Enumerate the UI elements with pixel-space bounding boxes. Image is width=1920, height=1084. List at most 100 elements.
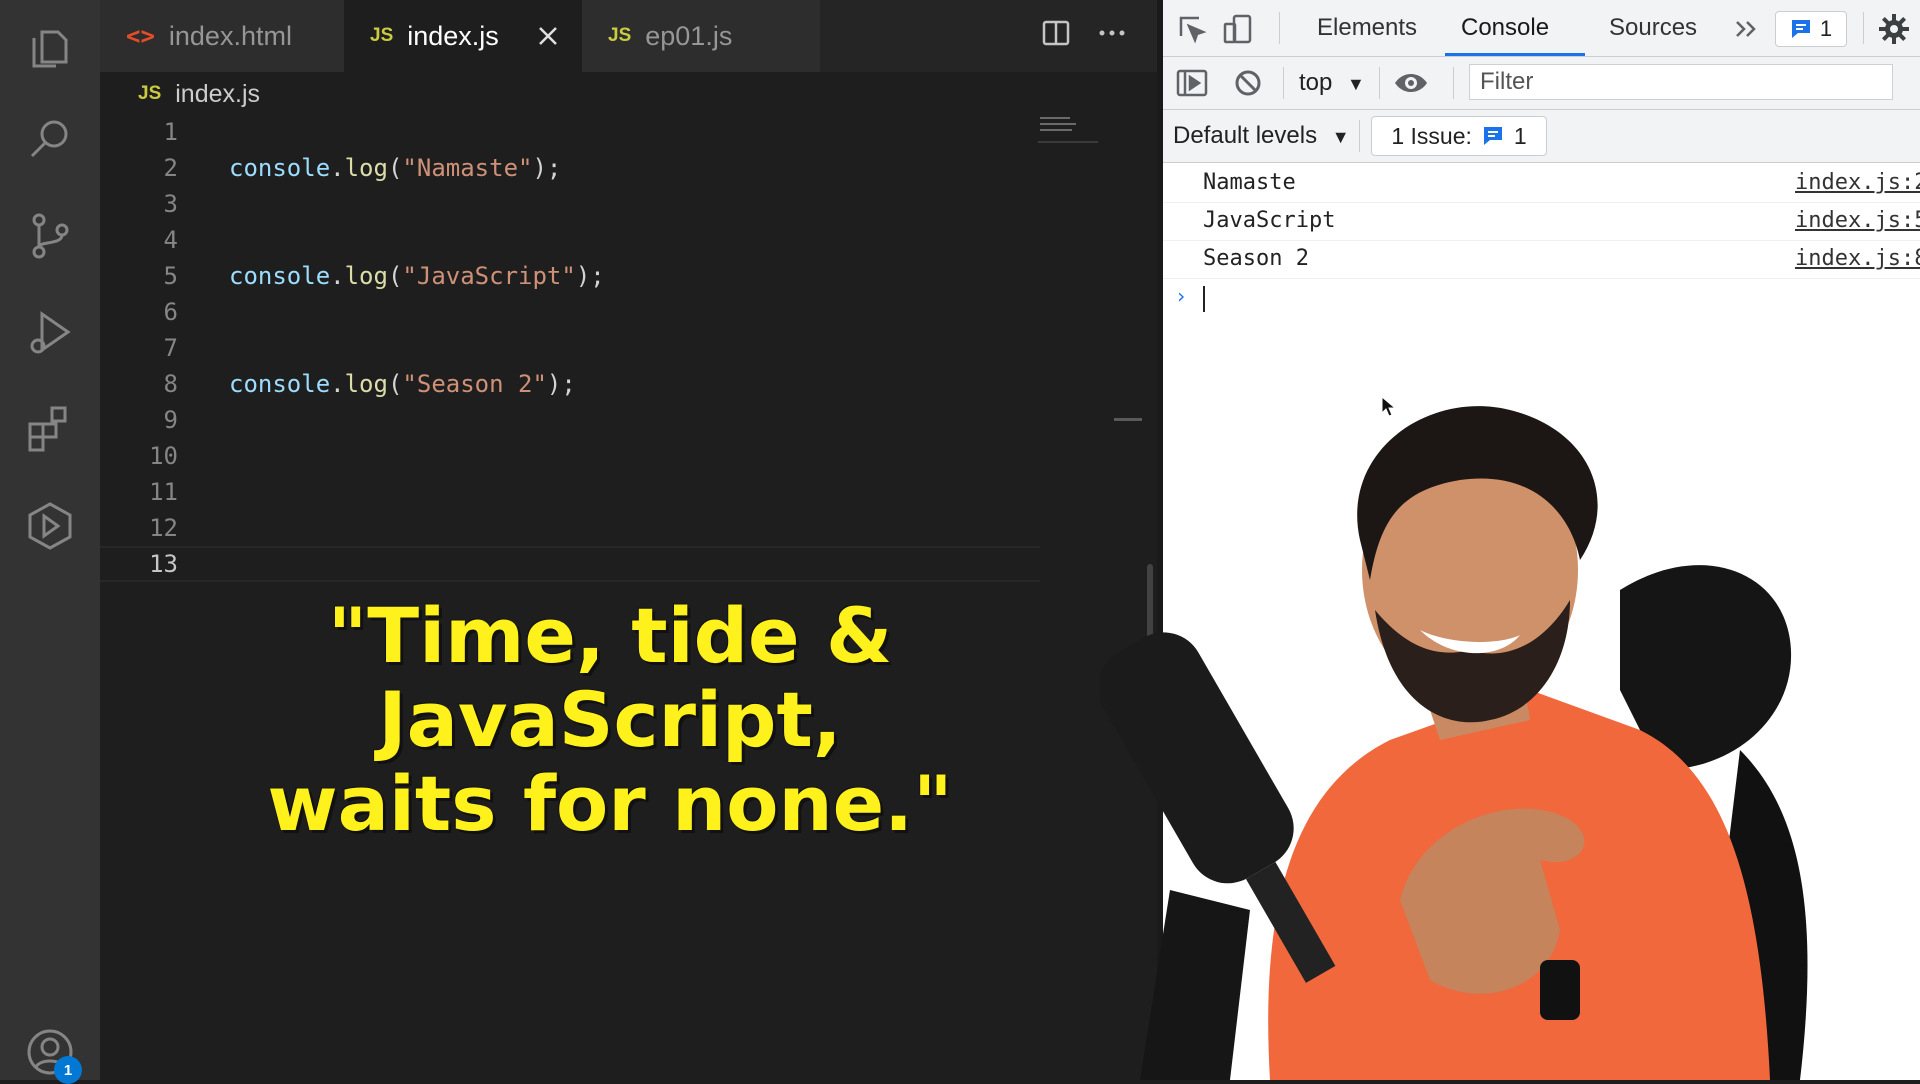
code-line-current: 13 xyxy=(100,546,1040,582)
code-text: console.log("JavaScript"); xyxy=(229,262,605,290)
tab-console[interactable]: Console xyxy=(1445,0,1585,56)
dropdown-arrow-icon: ▼ xyxy=(1347,74,1365,94)
minimap[interactable] xyxy=(1038,114,1098,144)
line-number: 10 xyxy=(149,442,178,470)
console-message-text: JavaScript xyxy=(1203,208,1336,233)
split-editor-icon[interactable] xyxy=(1041,18,1071,48)
search-icon[interactable] xyxy=(24,114,76,166)
code-line: 12 xyxy=(100,510,1040,546)
console-input-cursor[interactable] xyxy=(1203,286,1205,312)
line-number: 5 xyxy=(163,262,178,290)
console-toolbar: top ▼ xyxy=(1163,57,1920,110)
line-number: 6 xyxy=(163,298,178,326)
filter-input[interactable] xyxy=(1469,64,1893,100)
line-number: 8 xyxy=(163,370,178,398)
console-source-link[interactable]: index.js:8 xyxy=(1795,240,1920,278)
code-text: console.log("Namaste"); xyxy=(229,154,562,182)
code-line: 7 xyxy=(100,330,1040,366)
line-number: 2 xyxy=(163,154,178,182)
context-selector[interactable]: top ▼ xyxy=(1299,69,1365,97)
separator xyxy=(1453,67,1454,99)
clear-console-icon[interactable] xyxy=(1231,66,1265,100)
js-file-icon: JS xyxy=(138,83,162,104)
issues-label: 1 Issue: xyxy=(1391,122,1472,149)
code-text: console.log("Season 2"); xyxy=(229,370,576,398)
console-source-link[interactable]: index.js:2 xyxy=(1795,164,1920,202)
line-number: 11 xyxy=(149,478,178,506)
more-actions-icon[interactable] xyxy=(1097,18,1127,48)
presenter-illustration xyxy=(1100,406,1808,1080)
caption-line-1: "Time, tide & JavaScript, xyxy=(327,591,893,764)
message-icon xyxy=(1791,20,1810,38)
video-caption: "Time, tide & JavaScript, waits for none… xyxy=(100,594,1120,846)
caption-line-2: waits for none." xyxy=(267,759,953,848)
code-line: 11 xyxy=(100,474,1040,510)
explorer-icon[interactable] xyxy=(24,22,76,74)
console-prompt-icon: › xyxy=(1175,284,1188,308)
console-message: JavaScript index.js:5 xyxy=(1163,202,1920,241)
tab-index-html[interactable]: <> index.html xyxy=(100,0,344,72)
issues-button[interactable]: 1 Issue: 1 xyxy=(1371,116,1547,156)
remote-explorer-icon[interactable] xyxy=(24,500,76,552)
message-icon xyxy=(1483,127,1502,145)
js-file-icon: JS xyxy=(370,25,394,46)
tab-elements[interactable]: Elements xyxy=(1317,0,1417,56)
issues-counter-value: 1 xyxy=(1819,16,1833,41)
issues-counter[interactable]: 1 xyxy=(1775,11,1847,47)
live-expression-eye-icon[interactable] xyxy=(1393,66,1427,100)
tab-index-js[interactable]: JS index.js xyxy=(344,0,582,72)
js-file-icon: JS xyxy=(608,25,632,46)
breadcrumb[interactable]: JS index.js xyxy=(138,78,260,110)
context-value: top xyxy=(1299,69,1333,96)
html-file-icon: <> xyxy=(126,22,155,50)
tab-sources[interactable]: Sources xyxy=(1609,0,1697,56)
code-line: 10 xyxy=(100,438,1040,474)
console-message-text: Season 2 xyxy=(1203,246,1309,271)
tab-label: ep01.js xyxy=(645,20,733,51)
issues-count: 1 xyxy=(1513,122,1527,149)
source-control-icon[interactable] xyxy=(24,210,76,262)
tab-label: index.js xyxy=(407,20,499,51)
line-number: 7 xyxy=(163,334,178,362)
device-toolbar-icon[interactable] xyxy=(1221,12,1255,46)
line-number: 3 xyxy=(163,190,178,218)
extensions-icon[interactable] xyxy=(24,402,76,454)
separator xyxy=(1279,12,1280,44)
code-line: 1 xyxy=(100,114,1040,150)
dropdown-arrow-icon: ▼ xyxy=(1331,127,1350,147)
mouse-pointer-icon xyxy=(1381,396,1397,418)
run-debug-icon[interactable] xyxy=(24,306,76,358)
line-number: 4 xyxy=(163,226,178,254)
code-line: 2 console.log("Namaste"); xyxy=(100,150,1040,186)
activity-bar: 1 xyxy=(0,0,100,1084)
close-icon[interactable] xyxy=(534,22,562,50)
devtools-tab-bar: Elements Console Sources 1 xyxy=(1163,0,1920,57)
more-tabs-icon[interactable] xyxy=(1731,14,1765,48)
code-line: 3 xyxy=(100,186,1040,222)
code-line: 8 console.log("Season 2"); xyxy=(100,366,1040,402)
editor-actions xyxy=(1041,18,1127,48)
presenter-video-overlay xyxy=(1100,390,1920,1080)
log-levels-label: Default levels xyxy=(1173,122,1318,149)
console-source-link[interactable]: index.js:5 xyxy=(1795,202,1920,240)
code-line: 9 xyxy=(100,402,1040,438)
breadcrumb-file[interactable]: index.js xyxy=(175,80,260,109)
editor-tab-bar: <> index.html JS index.js JS ep01.js xyxy=(100,0,1157,72)
inspect-element-icon[interactable] xyxy=(1175,12,1209,46)
separator xyxy=(1863,12,1864,44)
console-message-text: Namaste xyxy=(1203,170,1296,195)
log-levels-dropdown[interactable]: Default levels ▼ xyxy=(1173,122,1350,150)
separator xyxy=(1283,67,1284,99)
separator xyxy=(1359,120,1360,152)
separator xyxy=(1379,67,1380,99)
tab-ep01-js[interactable]: JS ep01.js xyxy=(582,0,820,72)
show-sidebar-icon[interactable] xyxy=(1175,66,1209,100)
tab-label: index.html xyxy=(168,20,292,51)
console-levels-bar: Default levels ▼ 1 Issue: 1 xyxy=(1163,110,1920,163)
settings-gear-icon[interactable] xyxy=(1877,12,1911,46)
code-line: 4 xyxy=(100,222,1040,258)
console-message: Season 2 index.js:8 xyxy=(1163,240,1920,279)
line-number: 9 xyxy=(163,406,178,434)
line-number: 13 xyxy=(149,550,178,578)
code-line: 6 xyxy=(100,294,1040,330)
